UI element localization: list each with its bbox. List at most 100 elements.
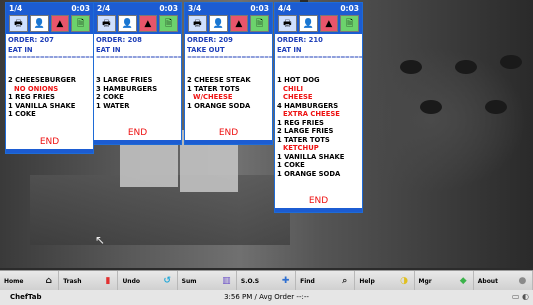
flame-icon[interactable]: ▲ bbox=[50, 15, 70, 32]
toolbar-button-mgr[interactable]: Mgr ◆ bbox=[415, 271, 474, 291]
list-item: 1 ORANGE SODA bbox=[277, 169, 341, 178]
list-item: 1 ORANGE SODA bbox=[187, 101, 251, 110]
item-list: 3 LARGE FRIES 3 HAMBURGERS 2 COKE 1 WATER bbox=[94, 62, 181, 110]
flame-icon[interactable]: ▲ bbox=[319, 15, 339, 32]
ticket-end-marker: END bbox=[218, 128, 239, 138]
separator: ========================= bbox=[277, 54, 362, 61]
document-icon[interactable]: 🗎 bbox=[250, 15, 269, 32]
printer-icon[interactable]: 🖶 bbox=[188, 15, 207, 32]
order-number: ORDER: 208 bbox=[96, 36, 142, 44]
mouse-cursor-icon: ↖ bbox=[95, 233, 106, 247]
ticket-count: 4/4 bbox=[278, 4, 292, 13]
order-ticket[interactable]: 4/4 0:03 🖶 👤 ▲ 🗎 ORDER: 210 EAT IN ========… bbox=[274, 2, 363, 213]
flame-icon[interactable]: ▲ bbox=[229, 15, 249, 32]
ticket-actions: 🖶 👤 ▲ 🗎 bbox=[94, 14, 181, 34]
list-item: 3 LARGE FRIES bbox=[96, 76, 153, 84]
ticket-header: 2/4 0:03 bbox=[94, 3, 181, 14]
separator: ========================= bbox=[187, 54, 272, 61]
document-icon[interactable]: 🗎 bbox=[71, 15, 90, 32]
list-item: 1 COKE bbox=[8, 110, 36, 118]
document-icon[interactable]: 🗎 bbox=[340, 15, 359, 32]
toolbar-button-about[interactable]: About ● bbox=[474, 271, 533, 291]
item-list: 1 HOT DOG CHILI CHEESE 4 HAMBURGERS EXTRA CH… bbox=[275, 62, 362, 178]
help-icon: ◑ bbox=[400, 276, 408, 286]
user-icon[interactable]: 👤 bbox=[117, 15, 137, 32]
toolbar-label: Sum bbox=[181, 277, 197, 285]
user-icon[interactable]: 👤 bbox=[208, 15, 228, 32]
toolbar-label: About bbox=[477, 277, 498, 285]
order-type: TAKE OUT bbox=[187, 46, 225, 54]
toolbar-button-undo[interactable]: Undo ↺ bbox=[118, 271, 178, 291]
toolbar-label: Home bbox=[4, 277, 24, 285]
ticket-header: 1/4 0:03 bbox=[6, 3, 93, 14]
separator: ========================= bbox=[8, 54, 93, 61]
ticket-count: 3/4 bbox=[188, 4, 202, 13]
find-icon: ⌕ bbox=[342, 276, 348, 286]
ticket-header: 4/4 0:03 bbox=[275, 3, 362, 14]
order-number: ORDER: 210 bbox=[277, 36, 323, 44]
toolbar-button-trash[interactable]: Trash ▮ bbox=[59, 271, 119, 291]
toolbar-label: Trash bbox=[63, 277, 82, 285]
ticket-timer: 0:03 bbox=[159, 4, 178, 13]
list-item: 2 COKE bbox=[96, 93, 124, 101]
list-item: 1 VANILLA SHAKE bbox=[8, 101, 76, 110]
list-item: 2 CHEESE STEAK bbox=[187, 76, 251, 84]
printer-icon[interactable]: 🖶 bbox=[9, 15, 28, 32]
list-item: 1 VANILLA SHAKE bbox=[277, 152, 345, 161]
order-type: EAT IN bbox=[277, 46, 302, 54]
item-modifier: KETCHUP bbox=[283, 144, 319, 152]
clock-avg-order: 3:56 PM / Avg Order --:-- bbox=[224, 293, 309, 301]
item-modifier: W/CHEESE bbox=[193, 93, 233, 101]
separator: ========================= bbox=[96, 54, 181, 61]
toolbar-button-home[interactable]: Home ⌂ bbox=[0, 271, 60, 291]
info-icon: ● bbox=[518, 276, 527, 286]
order-ticket[interactable]: 3/4 0:03 🖶 👤 ▲ 🗎 ORDER: 209 TAKE OUT ======… bbox=[184, 2, 273, 145]
user-icon[interactable]: 👤 bbox=[298, 15, 318, 32]
list-item: 1 WATER bbox=[96, 101, 130, 110]
status-bar: ChefTab 3:56 PM / Avg Order --:-- ▭ ◐ bbox=[0, 290, 533, 305]
item-modifier: CHILI bbox=[283, 84, 304, 93]
manager-icon: ◆ bbox=[459, 276, 467, 286]
order-number: ORDER: 207 bbox=[8, 36, 54, 44]
item-modifier: NO ONIONS bbox=[14, 84, 59, 93]
document-icon[interactable]: 🗎 bbox=[159, 15, 178, 32]
trash-icon: ▮ bbox=[105, 276, 111, 286]
list-item: 1 COKE bbox=[277, 161, 305, 169]
list-item: 2 CHEESEBURGER bbox=[8, 76, 76, 84]
list-item: 1 TATER TOTS bbox=[277, 135, 330, 144]
list-item: 1 TATER TOTS bbox=[187, 84, 240, 93]
toolbar-label: Help bbox=[359, 277, 375, 285]
system-tray-icons: ▭ ◐ bbox=[511, 292, 529, 301]
list-item: 1 HOT DOG bbox=[277, 76, 320, 84]
list-item: 4 HAMBURGERS bbox=[277, 101, 339, 110]
flame-icon[interactable]: ▲ bbox=[138, 15, 158, 32]
undo-icon: ↺ bbox=[163, 276, 171, 286]
item-modifier: CHEESE bbox=[283, 93, 313, 101]
toolbar-button-sos[interactable]: S.O.S ✚ bbox=[237, 271, 297, 291]
sos-icon: ✚ bbox=[281, 276, 290, 286]
ticket-end-marker: END bbox=[308, 196, 329, 206]
ticket-end-marker: END bbox=[39, 136, 60, 147]
order-number: ORDER: 209 bbox=[187, 36, 233, 44]
toolbar-button-help[interactable]: Help ◑ bbox=[355, 271, 415, 291]
list-item: 1 REG FRIES bbox=[8, 93, 55, 101]
order-type: EAT IN bbox=[96, 46, 121, 54]
ticket-timer: 0:03 bbox=[71, 4, 90, 13]
item-list: 2 CHEESE STEAK 1 TATER TOTS W/CHEESE 1 ORAN… bbox=[185, 62, 272, 110]
ticket-timer: 0:03 bbox=[250, 4, 269, 13]
order-ticket[interactable]: 2/4 0:03 🖶 👤 ▲ 🗎 ORDER: 208 EAT IN ========… bbox=[93, 2, 182, 145]
toolbar-button-find[interactable]: Find ⌕ bbox=[296, 271, 356, 291]
ticket-count: 2/4 bbox=[97, 4, 111, 13]
toolbar-button-sum[interactable]: Sum ▥ bbox=[178, 271, 237, 291]
toolbar-label: Mgr bbox=[418, 277, 432, 285]
ticket-count: 1/4 bbox=[9, 4, 23, 13]
ticket-timer: 0:03 bbox=[340, 4, 359, 13]
ticket-actions: 🖶 👤 ▲ 🗎 bbox=[185, 14, 272, 34]
printer-icon[interactable]: 🖶 bbox=[278, 15, 297, 32]
printer-icon[interactable]: 🖶 bbox=[97, 15, 116, 32]
ticket-actions: 🖶 👤 ▲ 🗎 bbox=[6, 14, 93, 34]
toolbar-label: Undo bbox=[122, 277, 140, 285]
ticket-end-marker: END bbox=[127, 128, 148, 138]
order-ticket[interactable]: 1/4 0:03 🖶 👤 ▲ 🗎 ORDER: 207 EAT IN ========… bbox=[5, 2, 94, 154]
user-icon[interactable]: 👤 bbox=[29, 15, 49, 32]
